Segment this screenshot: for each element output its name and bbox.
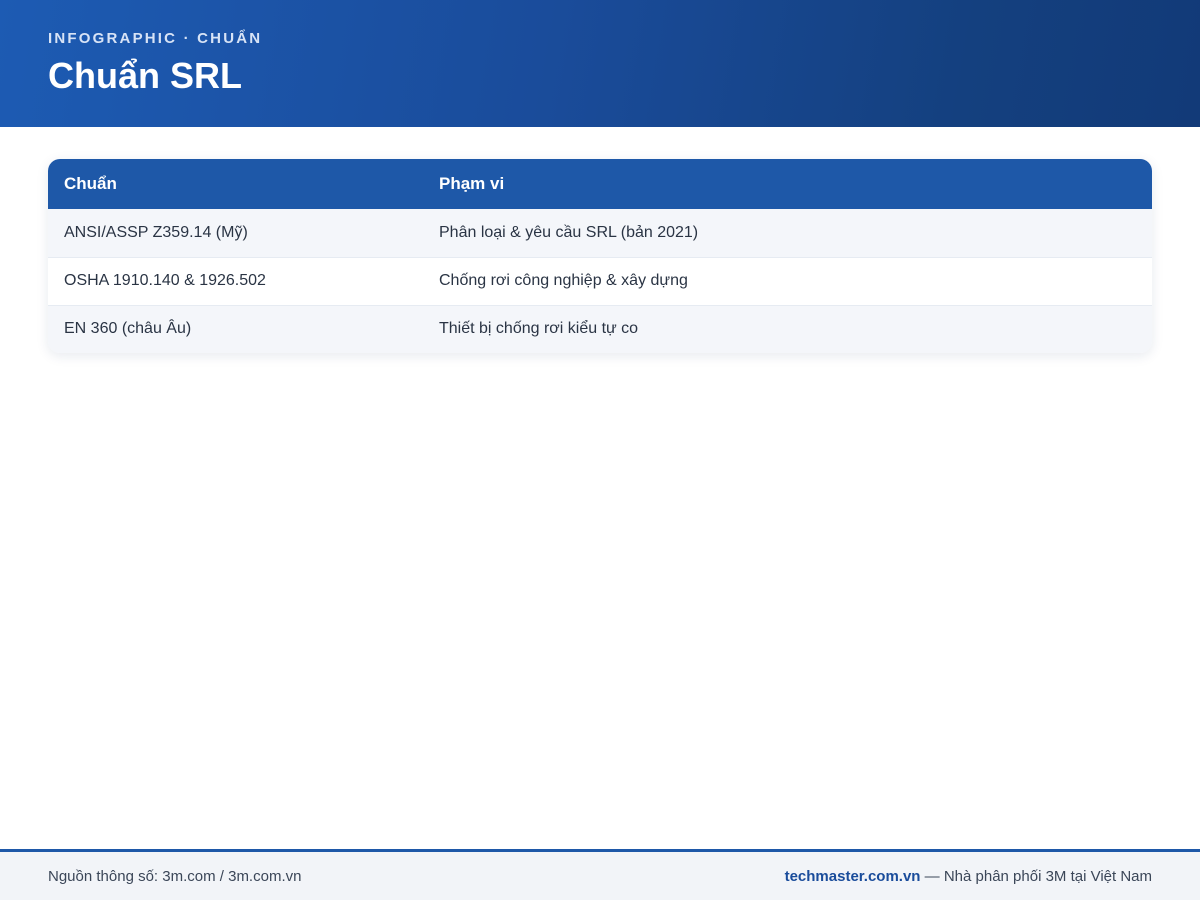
cell-standard: ANSI/ASSP Z359.14 (Mỹ) bbox=[64, 223, 248, 241]
table-header-row: Chuẩn Phạm vi bbox=[48, 159, 1152, 209]
cell-standard: EN 360 (châu Âu) bbox=[48, 304, 423, 353]
standards-table: Chuẩn Phạm vi ANSI/ASSP Z359.14 (Mỹ) Phâ… bbox=[48, 159, 1152, 353]
cell-scope: Chống rơi công nghiệp & xây dựng bbox=[423, 256, 1152, 305]
page-footer: Nguồn thông số: 3m.com / 3m.com.vn techm… bbox=[0, 849, 1200, 900]
table-row: EN 360 (châu Âu) Thiết bị chống rơi kiểu… bbox=[48, 304, 1152, 353]
page-title: Chuẩn SRL bbox=[48, 55, 242, 96]
column-header-standard: Chuẩn bbox=[64, 174, 117, 193]
footer-brand-link[interactable]: techmaster.com.vn bbox=[785, 868, 921, 885]
table-row: OSHA 1910.140 & 1926.502 Chống rơi công … bbox=[48, 256, 1152, 305]
cell-standard: OSHA 1910.140 & 1926.502 bbox=[48, 256, 423, 305]
cell-scope: Phân loại & yêu cầu SRL (bản 2021) bbox=[439, 223, 699, 241]
page: INFOGRAPHIC · CHUẨN Chuẩn SRL Chuẩn Phạm… bbox=[0, 0, 1200, 900]
cell-scope: Thiết bị chống rơi kiểu tự co bbox=[423, 304, 1152, 353]
footer-tagline: — Nhà phân phối 3M tại Việt Nam bbox=[920, 867, 1152, 885]
standards-table-card: Chuẩn Phạm vi ANSI/ASSP Z359.14 (Mỹ) Phâ… bbox=[48, 159, 1152, 353]
column-header-scope: Phạm vi bbox=[439, 174, 505, 193]
header-eyebrow: INFOGRAPHIC · CHUẨN bbox=[48, 30, 263, 47]
table-row: ANSI/ASSP Z359.14 (Mỹ) Phân loại & yêu c… bbox=[48, 209, 1152, 257]
page-header: INFOGRAPHIC · CHUẨN Chuẩn SRL bbox=[0, 0, 1200, 127]
footer-source: Nguồn thông số: 3m.com / 3m.com.vn bbox=[48, 867, 302, 885]
footer-credit: techmaster.com.vn — Nhà phân phối 3M tại… bbox=[785, 868, 1152, 885]
